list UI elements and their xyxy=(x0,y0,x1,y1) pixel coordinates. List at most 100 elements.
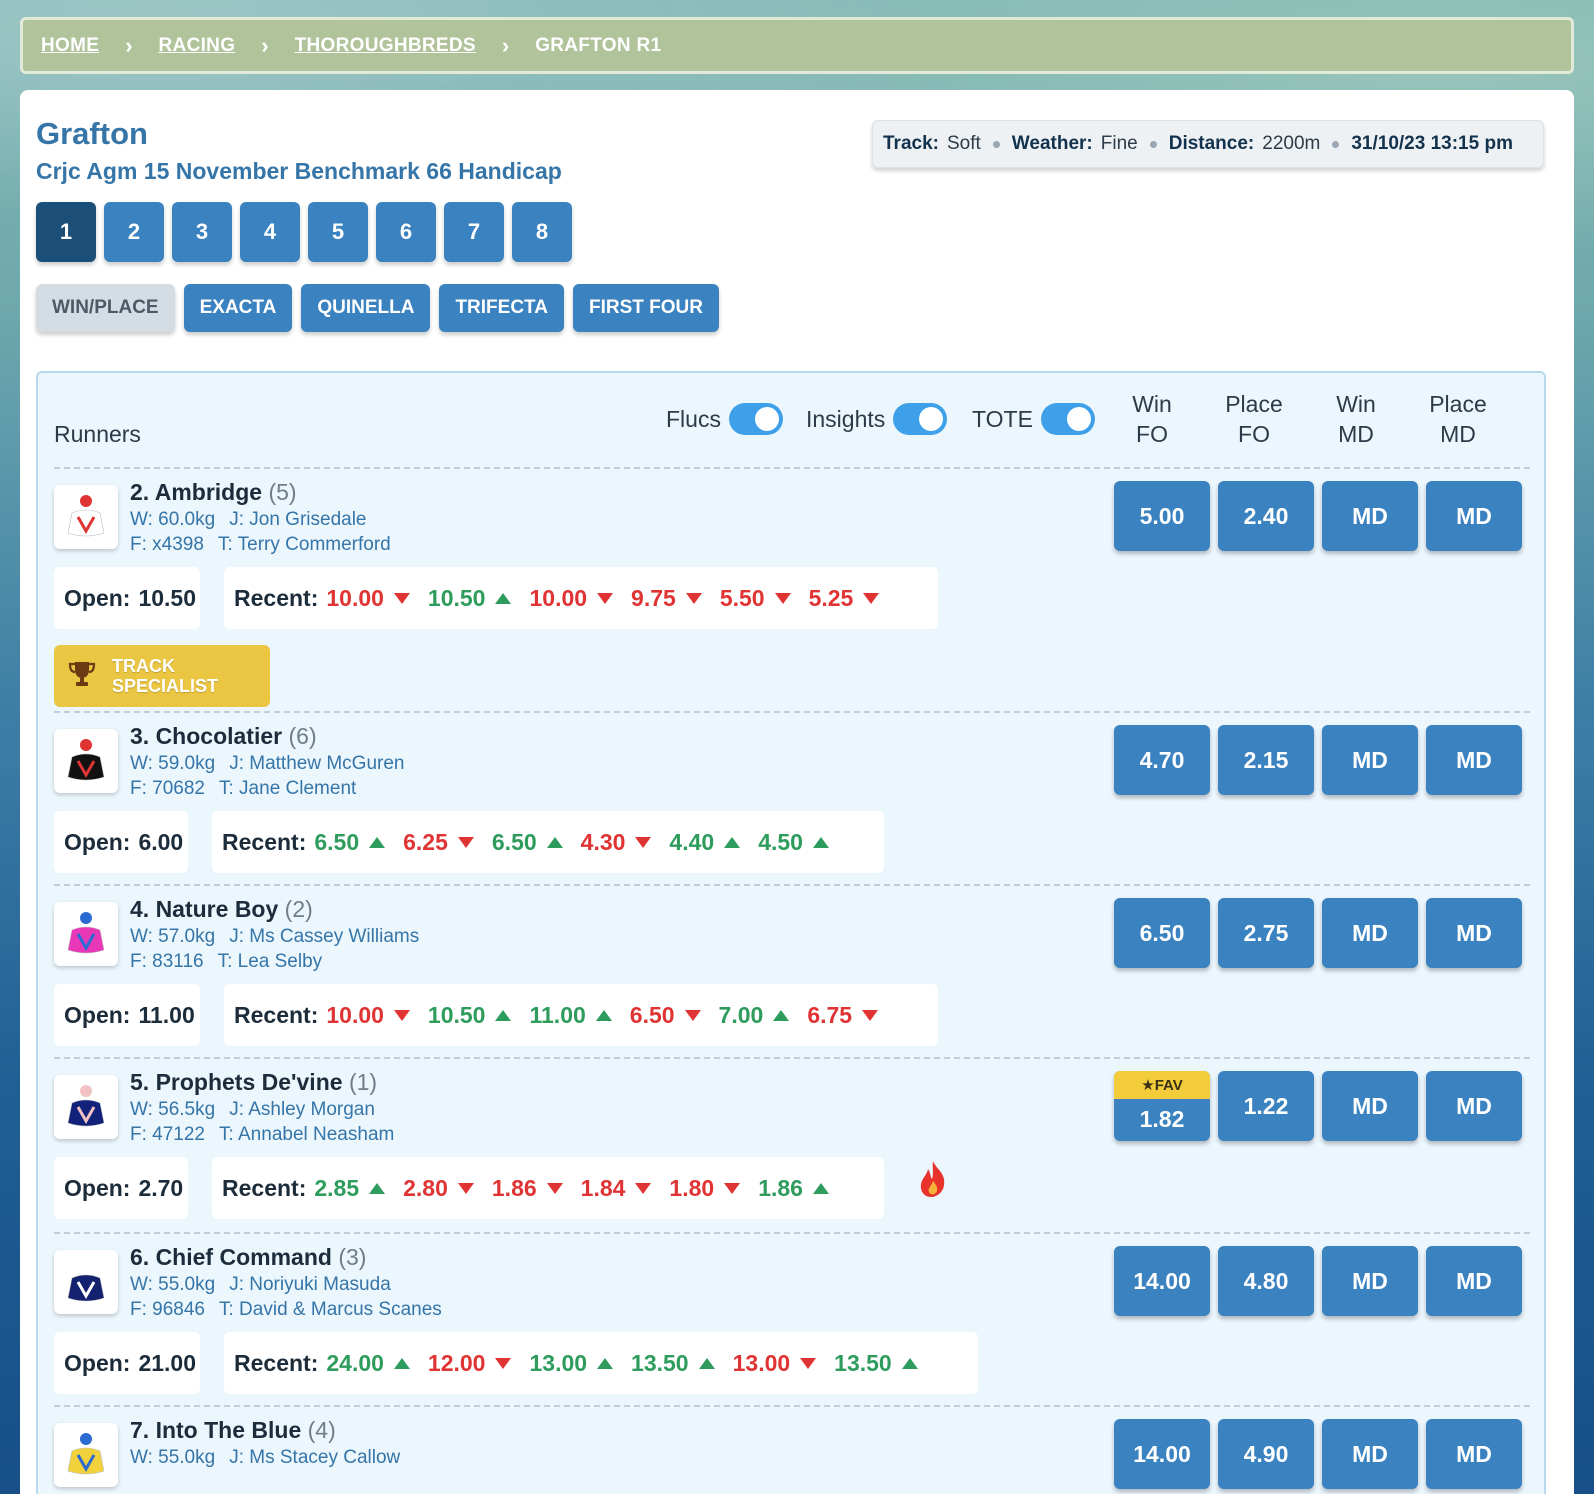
fluc-price: 10.00 xyxy=(529,585,614,612)
odds-button-place-md[interactable]: MD xyxy=(1426,898,1522,968)
odds-button-win-md[interactable]: MD xyxy=(1322,1419,1418,1489)
odds-button-place-fo[interactable]: 2.15 xyxy=(1218,725,1314,795)
fluc-price: 9.75 xyxy=(631,585,702,612)
flucs-label: Flucs xyxy=(666,405,721,432)
jockey-silk xyxy=(54,1250,118,1314)
race-number-tab[interactable]: 4 xyxy=(240,202,300,262)
breadcrumb-item: GRAFTON R1 xyxy=(535,34,662,56)
odds-button-win-md[interactable]: MD xyxy=(1322,725,1418,795)
race-number-tab[interactable]: 7 xyxy=(444,202,504,262)
runner-name[interactable]: 6. Chief Command (3) xyxy=(130,1244,366,1271)
fluc-price: 2.85 xyxy=(314,1175,386,1202)
jockey-silk xyxy=(54,729,118,793)
runner-jockey: J: Jon Grisedale xyxy=(229,509,367,530)
bet-type-tab[interactable]: FIRST FOUR xyxy=(572,284,719,332)
runner-name-text: 4. Nature Boy xyxy=(130,896,279,922)
odds-button-win-md[interactable]: MD xyxy=(1322,481,1418,551)
odds-button-place-md[interactable]: MD xyxy=(1426,1419,1522,1489)
favourite-badge: ★ FAV xyxy=(1114,1071,1210,1099)
fluc-price: 1.86 xyxy=(492,1175,563,1202)
tote-toggle[interactable] xyxy=(1040,403,1095,435)
fluc-value: 4.40 xyxy=(669,828,715,855)
bet-type-tab[interactable]: QUINELLA xyxy=(301,284,431,332)
odds-button-win-md[interactable]: MD xyxy=(1322,1071,1418,1141)
race-number-tab[interactable]: 3 xyxy=(172,202,232,262)
runner-name[interactable]: 5. Prophets De'vine (1) xyxy=(130,1069,377,1096)
fluc-price: 1.84 xyxy=(581,1175,652,1202)
breadcrumb-item[interactable]: THOROUGHBREDS xyxy=(295,35,476,57)
odds-button-place-md[interactable]: MD xyxy=(1426,725,1522,795)
odds-button-place-md[interactable]: MD xyxy=(1426,1246,1522,1316)
recent-flucs: Recent: 10.00 10.50 11.00 6.50 7.00 6.75 xyxy=(224,984,938,1046)
odds-button-win-md[interactable]: MD xyxy=(1322,898,1418,968)
runner-name[interactable]: 7. Into The Blue (4) xyxy=(130,1417,336,1444)
fluc-value: 10.50 xyxy=(427,584,486,611)
triangle-up-icon xyxy=(595,1009,612,1021)
fluc-value: 5.50 xyxy=(719,584,765,611)
col-win-md: Win MD xyxy=(1336,391,1376,447)
race-card: Grafton Crjc Agm 15 November Benchmark 6… xyxy=(20,90,1574,1494)
race-number-tab[interactable]: 6 xyxy=(376,202,436,262)
odds-button-win-fo[interactable]: 5.00 xyxy=(1114,481,1210,551)
odds-button-place-fo[interactable]: 1.22 xyxy=(1218,1071,1314,1141)
fluc-value: 1.86 xyxy=(758,1174,803,1201)
odds-button-win-fo[interactable]: 4.70 xyxy=(1114,725,1210,795)
insights-toggle-group: Insights xyxy=(806,403,948,435)
runner-form: F: 96846 xyxy=(130,1299,205,1320)
runner-weight-jockey: W: 56.5kg J: Ashley Morgan xyxy=(130,1099,389,1121)
fluc-price: 4.40 xyxy=(669,828,741,856)
race-number-tab[interactable]: 1 xyxy=(36,202,96,262)
hot-flame-icon xyxy=(916,1159,950,1204)
recent-label: Recent: xyxy=(222,1174,307,1201)
odds-button-win-fo[interactable]: ★ FAV 1.82 xyxy=(1114,1071,1210,1141)
flucs-toggle[interactable] xyxy=(728,403,783,435)
odds-button-place-fo[interactable]: 4.80 xyxy=(1218,1246,1314,1316)
runner-row: 2. Ambridge (5) W: 60.0kg J: Jon Grisedale… xyxy=(54,467,1530,711)
odds-button-win-fo[interactable]: 14.00 xyxy=(1114,1419,1210,1489)
runner-name[interactable]: 4. Nature Boy (2) xyxy=(130,896,313,923)
runner-jockey: J: Matthew McGuren xyxy=(229,753,405,774)
insights-toggle[interactable] xyxy=(893,403,948,435)
open-price: Open: 2.70 xyxy=(54,1157,188,1219)
jockey-silk-icon xyxy=(67,495,105,537)
breadcrumb-item[interactable]: HOME xyxy=(41,35,99,57)
triangle-down-icon xyxy=(457,1182,474,1194)
runner-name[interactable]: 2. Ambridge (5) xyxy=(130,479,297,506)
fluc-value: 6.50 xyxy=(491,828,537,855)
odds-button-place-md[interactable]: MD xyxy=(1426,1071,1522,1141)
breadcrumb-item[interactable]: RACING xyxy=(159,35,236,57)
odds-button-place-fo[interactable]: 2.40 xyxy=(1218,481,1314,551)
fluc-price: 4.50 xyxy=(758,829,829,856)
open-price: Open: 10.50 xyxy=(54,567,200,629)
bet-type-tab[interactable]: WIN/PLACE xyxy=(36,284,175,332)
jockey-silk-icon xyxy=(67,1433,105,1475)
triangle-down-icon xyxy=(862,1009,879,1021)
runner-trainer: T: Jane Clement xyxy=(219,778,357,799)
runner-name[interactable]: 3. Chocolatier (6) xyxy=(130,723,317,750)
separator-dot xyxy=(992,140,1000,148)
odds-button-win-md[interactable]: MD xyxy=(1322,1246,1418,1316)
runner-weight: W: 56.5kg xyxy=(130,1099,216,1120)
runner-row: 5. Prophets De'vine (1) W: 56.5kg J: Ashle… xyxy=(54,1057,1530,1232)
odds-button-place-fo[interactable]: 2.75 xyxy=(1218,898,1314,968)
bet-type-tab[interactable]: EXACTA xyxy=(183,284,293,332)
runner-form-trainer: F: x4398 T: Terry Commerford xyxy=(130,534,405,556)
recent-flucs: Recent: 24.00 12.00 13.00 13.50 13.00 13.50 xyxy=(224,1332,978,1394)
odds-button-win-fo[interactable]: 6.50 xyxy=(1114,898,1210,968)
odds-button-place-md[interactable]: MD xyxy=(1426,481,1522,551)
bet-type-tab[interactable]: TRIFECTA xyxy=(439,284,564,332)
barrier-number: (3) xyxy=(338,1244,367,1270)
triangle-down-icon xyxy=(597,592,614,604)
runner-weight-jockey: W: 59.0kg J: Matthew McGuren xyxy=(130,753,418,775)
fluc-price: 6.50 xyxy=(314,829,386,856)
odds-button-place-fo[interactable]: 4.90 xyxy=(1218,1419,1314,1489)
race-number-tab[interactable]: 8 xyxy=(512,202,572,262)
runner-row: 4. Nature Boy (2) W: 57.0kg J: Ms Cassey W… xyxy=(54,884,1530,1057)
odds-button-win-fo[interactable]: 14.00 xyxy=(1114,1246,1210,1316)
race-number-tab[interactable]: 2 xyxy=(104,202,164,262)
fluc-price: 6.50 xyxy=(492,829,563,856)
race-number-tab[interactable]: 5 xyxy=(308,202,368,262)
track-specialist-badge: TRACK SPECIALIST xyxy=(54,645,270,707)
separator-dot xyxy=(1149,140,1157,148)
runner-weight: W: 60.0kg xyxy=(130,509,216,530)
